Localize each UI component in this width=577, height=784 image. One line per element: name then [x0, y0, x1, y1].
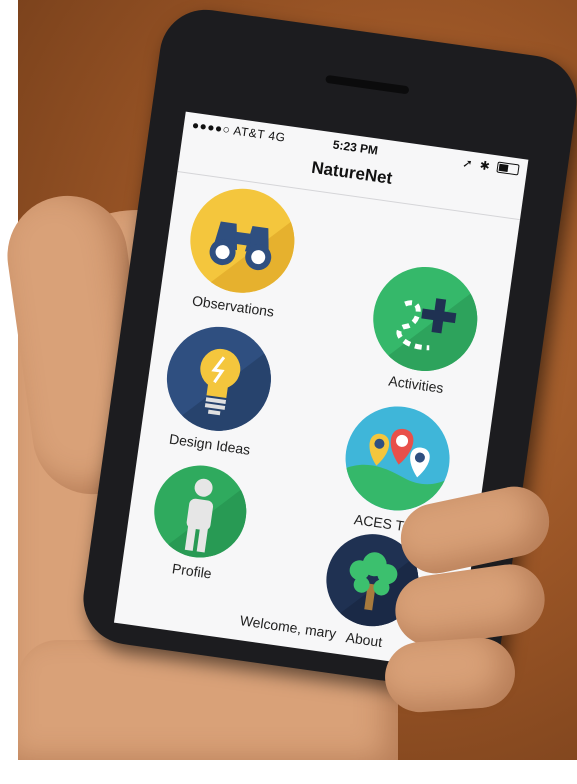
binoculars-icon — [183, 182, 302, 300]
photo-background: ●●●●○ AT&T 4G 5:23 PM ➚ ✱ NatureNet Obse… — [0, 0, 577, 784]
observations-label: Observations — [191, 292, 276, 320]
activities-button[interactable]: Activities — [356, 259, 492, 400]
design-ideas-button[interactable]: Design Ideas — [149, 319, 285, 460]
profile-label: Profile — [171, 560, 213, 582]
activities-label: Activities — [387, 372, 445, 397]
image-border-bottom — [0, 760, 577, 784]
lightbulb-icon — [160, 320, 278, 438]
map-pins-icon — [338, 399, 457, 518]
status-indicators: ➚ ✱ — [462, 156, 520, 178]
observations-button[interactable]: Observations — [173, 181, 309, 322]
battery-icon — [496, 161, 520, 176]
hand-finger-3 — [382, 635, 518, 715]
earpiece-speaker — [325, 74, 410, 95]
person-icon — [148, 459, 253, 564]
image-border-left — [0, 0, 18, 784]
trail-map-icon — [366, 260, 484, 378]
profile-button[interactable]: Profile — [131, 458, 266, 588]
location-bluetooth-icons: ➚ ✱ — [461, 155, 493, 174]
design-ideas-label: Design Ideas — [168, 430, 252, 458]
